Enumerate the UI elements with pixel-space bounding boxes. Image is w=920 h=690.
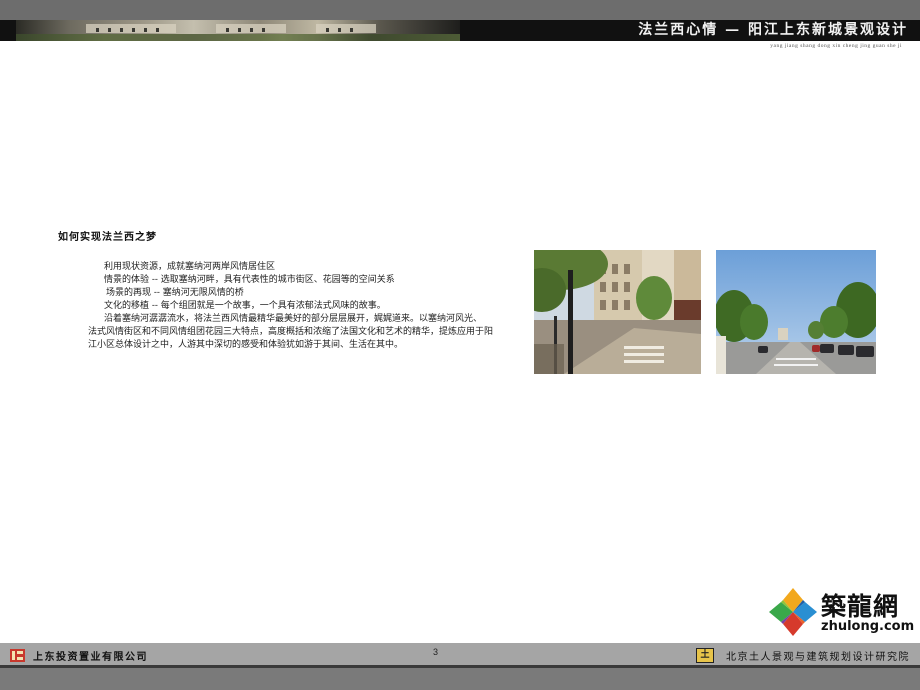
champs-elysees-photo bbox=[716, 250, 876, 374]
zhulong-logo: 築龍網 zhulong.com bbox=[767, 586, 920, 640]
body-line: 江小区总体设计之中，人游其中深切的感受和体验犹如游于其间、生活在其中。 bbox=[88, 340, 404, 350]
footer-right-company: 土 北京土人景观与建筑规划设计研究院 bbox=[696, 647, 910, 663]
paris-street-photo bbox=[534, 250, 701, 374]
logo-domain: zhulong.com bbox=[821, 619, 915, 634]
header-banner-photo bbox=[16, 20, 460, 41]
section-heading: 如何实现法兰西之梦 bbox=[58, 232, 157, 243]
left-company-name: 上东投资置业有限公司 bbox=[33, 651, 148, 663]
body-text: 利用现状资源，成就塞纳河两岸风情居住区 情景的体验 -- 选取塞纳河畔，具有代表… bbox=[88, 261, 520, 352]
title-pinyin: yang jiang shang dong xin cheng jing gua… bbox=[770, 43, 902, 49]
bottom-bar bbox=[0, 668, 920, 690]
company-logo-icon bbox=[10, 648, 25, 662]
page-number: 3 bbox=[433, 647, 439, 657]
body-line: 情景的体验 -- 选取塞纳河畔，具有代表性的城市街区、花园等的空间关系 bbox=[104, 275, 395, 285]
footer-left-company: 上东投资置业有限公司 bbox=[10, 648, 148, 663]
body-line: 法式风情街区和不同风情组团花园三大特点，高度概括和浓缩了法国文化和艺术的精华，提… bbox=[88, 327, 494, 337]
right-company-name: 北京土人景观与建筑规划设计研究院 bbox=[726, 651, 910, 663]
body-paragraph: 沿着塞纳河潺潺流水，将法兰西风情最精华最美好的部分层层展开，娓娓道来。以塞纳河风… bbox=[88, 313, 520, 352]
institute-logo-icon: 土 bbox=[696, 647, 714, 663]
body-line: 场景的再现 -- 塞纳河无限风情的桥 bbox=[106, 288, 244, 298]
page-title: 法兰西心情 — 阳江上东新城景观设计 bbox=[638, 22, 908, 38]
logo-chinese-name: 築龍網 bbox=[821, 592, 900, 621]
top-bar bbox=[0, 0, 920, 20]
zhulong-emblem-icon bbox=[769, 588, 817, 636]
body-line: 沿着塞纳河潺潺流水，将法兰西风情最精华最美好的部分层层展开，娓娓道来。以塞纳河风… bbox=[104, 314, 483, 324]
body-line: 利用现状资源，成就塞纳河两岸风情居住区 bbox=[104, 262, 276, 272]
body-line: 文化的移植 -- 每个组团就是一个故事，一个具有浓郁法式风味的故事。 bbox=[104, 301, 386, 311]
